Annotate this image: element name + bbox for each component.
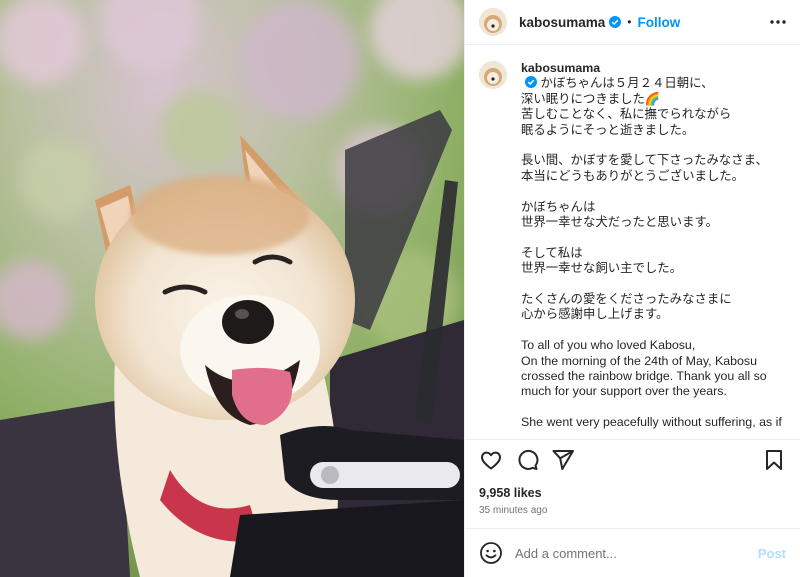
- post-timestamp[interactable]: 35 minutes ago: [465, 500, 800, 528]
- action-bar: [465, 439, 800, 480]
- caption-username[interactable]: kabosumama: [521, 61, 600, 75]
- verified-badge-icon: [609, 16, 622, 28]
- caption-paragraph: To all of you who loved Kabosu, On the m…: [521, 338, 767, 399]
- avatar-dog-image: [479, 8, 507, 36]
- avatar-dog-image: [479, 61, 507, 89]
- post-comment-button[interactable]: Post: [758, 546, 786, 561]
- post-dialog: kabosumama • Follow kabosumama かぼちゃんは５月２…: [0, 0, 800, 577]
- caption-text: kabosumama かぼちゃんは５月２４日朝に、 深い眠りにつきました🌈 苦し…: [521, 61, 786, 433]
- heart-icon[interactable]: [479, 448, 503, 472]
- caption-avatar[interactable]: [479, 61, 507, 89]
- likes-count[interactable]: 9,958 likes: [465, 480, 800, 500]
- caption-paragraph: かぼちゃんは 世界一幸せな犬だったと思います。: [521, 199, 719, 230]
- post-photo[interactable]: [0, 0, 464, 577]
- caption-paragraph: そして私は 世界一幸せな飼い主でした。: [521, 245, 683, 276]
- comment-input[interactable]: [513, 544, 758, 562]
- separator-dot: •: [627, 15, 632, 29]
- comment-box: Post: [465, 528, 800, 577]
- caption-paragraph: She went very peacefully without sufferi…: [521, 415, 782, 433]
- caption-section: kabosumama かぼちゃんは５月２４日朝に、 深い眠りにつきました🌈 苦し…: [465, 45, 800, 433]
- post-side-panel: kabosumama • Follow kabosumama かぼちゃんは５月２…: [464, 0, 800, 577]
- avatar[interactable]: [479, 8, 507, 36]
- more-options-button[interactable]: [770, 20, 786, 24]
- emoji-smiley-icon[interactable]: [479, 541, 503, 565]
- caption-paragraph: 長い間、かぼすを愛して下さったみなさま、 本当にどうもありがとうございました。: [521, 153, 768, 183]
- shiba-dog-photo: [0, 0, 464, 577]
- comment-bubble-icon[interactable]: [515, 448, 539, 472]
- bookmark-icon[interactable]: [762, 448, 786, 472]
- verified-badge-icon: [525, 76, 537, 89]
- more-horizontal-icon: [770, 20, 786, 24]
- follow-button[interactable]: Follow: [638, 15, 681, 30]
- send-paper-plane-icon[interactable]: [551, 448, 575, 472]
- caption-paragraph: kabosumama かぼちゃんは５月２４日朝に、 深い眠りにつきました🌈 苦し…: [521, 61, 786, 138]
- header-username[interactable]: kabosumama: [519, 15, 605, 30]
- caption-line: かぼちゃんは５月２４日朝に、 深い眠りにつきました🌈 苦しむことなく、私に撫でら…: [521, 76, 732, 137]
- caption-paragraph: たくさんの愛をくださったみなさまに 心から感謝申し上げます。: [521, 292, 732, 322]
- post-header: kabosumama • Follow: [465, 0, 800, 45]
